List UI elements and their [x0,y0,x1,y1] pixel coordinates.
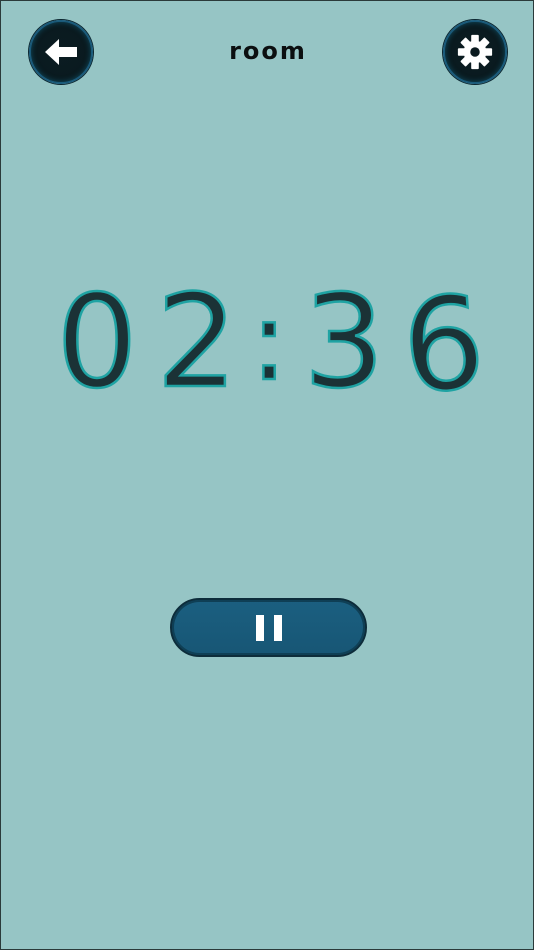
minutes-tens-digit: 0 [56,271,137,411]
seconds-ones-digit: 6 [398,271,490,411]
time-separator: : [250,277,287,405]
gear-icon [457,34,493,70]
settings-button[interactable] [443,20,507,84]
minutes-ones-digit: 2 [156,271,237,411]
seconds-tens-digit: 3 [303,271,384,411]
timer-screen: room 0 2 : 3 6 [0,0,534,950]
pause-button[interactable] [170,598,367,657]
timer-display: 0 2 : 3 6 [1,271,533,411]
pause-icon [255,614,282,641]
